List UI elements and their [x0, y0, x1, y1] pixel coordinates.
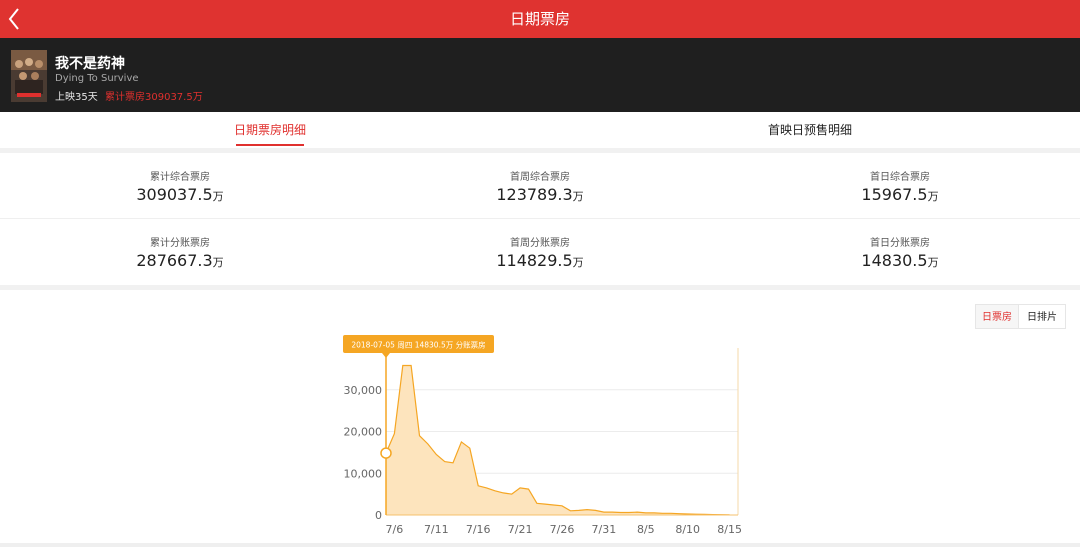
stat-value: 309037.5万	[136, 185, 224, 204]
stat-value: 123789.3万	[496, 185, 584, 204]
tab-bar: 日期票房明细 首映日预售明细	[0, 112, 1080, 148]
y-tick-label: 30,000	[344, 384, 383, 397]
daily-box-office-toggle[interactable]: 日票房	[975, 304, 1019, 329]
stat-label: 首日分账票房	[870, 238, 930, 249]
x-tick-label: 7/6	[386, 523, 404, 536]
chart-tooltip-text: 2018-07-05 周四 14830.5万 分账票房	[351, 340, 485, 350]
y-tick-label: 0	[375, 509, 382, 522]
stat-value: 114829.5万	[496, 251, 584, 270]
x-tick-label: 8/5	[637, 523, 655, 536]
x-tick-label: 7/16	[466, 523, 491, 536]
series-area	[386, 365, 730, 515]
tab-premiere-presale-detail[interactable]: 首映日预售明细	[710, 112, 910, 148]
box-office-stats-grid: 累计综合票房 309037.5万 首周综合票房 123789.3万 首日综合票房…	[0, 153, 1080, 285]
section-divider	[0, 285, 1080, 290]
stat-cumulative-split: 累计分账票房 287667.3万	[0, 219, 360, 285]
stat-first-week-total: 首周综合票房 123789.3万	[360, 153, 720, 219]
x-tick-label: 7/11	[424, 523, 449, 536]
x-tick-label: 8/15	[717, 523, 742, 536]
x-tick-label: 7/26	[550, 523, 575, 536]
bottom-divider	[0, 543, 1080, 547]
active-tab-indicator	[236, 144, 304, 146]
movie-info-banner: 我不是药神 Dying To Survive 上映35天 累计票房309037.…	[0, 38, 1080, 112]
total-box-office: 累计票房309037.5万	[105, 92, 203, 103]
stat-label: 首周综合票房	[510, 172, 570, 183]
stat-first-week-split: 首周分账票房 114829.5万	[360, 219, 720, 285]
box-office-trend-chart: 0 10,000 20,000 30,000 7/6 7/11 7/16 7/21 7/26 7/…	[0, 330, 1080, 544]
stat-cumulative-total: 累计综合票房 309037.5万	[0, 153, 360, 219]
x-tick-label: 8/10	[675, 523, 700, 536]
top-navigation-bar: 日期票房	[0, 0, 1080, 38]
daily-screening-toggle[interactable]: 日排片	[1018, 304, 1066, 329]
stat-value: 15967.5万	[861, 185, 939, 204]
x-tick-label: 7/21	[508, 523, 533, 536]
stat-value: 287667.3万	[136, 251, 224, 270]
chart-tooltip-pointer	[382, 353, 390, 358]
movie-poster	[11, 50, 47, 102]
stat-label: 累计分账票房	[150, 238, 210, 249]
chart-svg: 0 10,000 20,000 30,000 7/6 7/11 7/16 7/21 7/26 7/…	[343, 335, 742, 536]
tab-daily-box-office-detail[interactable]: 日期票房明细	[170, 112, 370, 148]
stat-value: 14830.5万	[861, 251, 939, 270]
x-tick-label: 7/31	[592, 523, 617, 536]
stat-label: 首日综合票房	[870, 172, 930, 183]
stat-label: 首周分账票房	[510, 238, 570, 249]
movie-english-title: Dying To Survive	[55, 73, 139, 84]
movie-title: 我不是药神	[55, 56, 125, 72]
y-tick-label: 10,000	[344, 467, 383, 480]
stat-label: 累计综合票房	[150, 172, 210, 183]
hovered-data-point	[380, 447, 392, 459]
stat-first-day-total: 首日综合票房 15967.5万	[720, 153, 1080, 219]
y-tick-label: 20,000	[344, 426, 383, 439]
stat-first-day-split: 首日分账票房 14830.5万	[720, 219, 1080, 285]
page-title: 日期票房	[509, 10, 570, 28]
release-days: 上映35天	[55, 92, 98, 103]
